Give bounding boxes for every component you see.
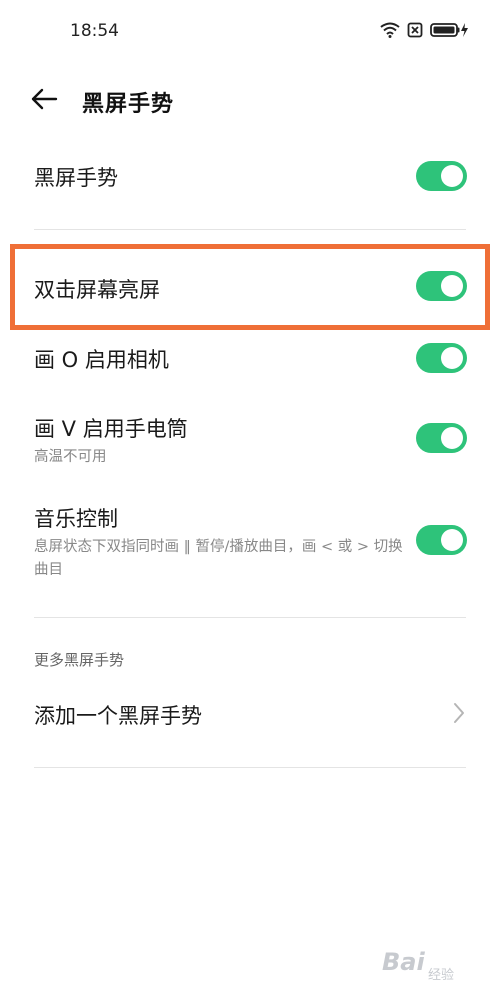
setting-label: 黑屏手势	[34, 166, 118, 190]
divider	[34, 767, 466, 768]
setting-label: 画 O 启用相机	[34, 348, 169, 372]
divider	[34, 617, 466, 618]
add-gesture-row[interactable]: 添加一个黑屏手势	[0, 690, 500, 738]
draw-o-camera-toggle[interactable]	[416, 343, 467, 373]
double-tap-wake-toggle[interactable]	[416, 271, 467, 301]
music-control-toggle[interactable]	[416, 525, 467, 555]
header: 黑屏手势	[0, 78, 500, 122]
add-gesture-label: 添加一个黑屏手势	[34, 704, 202, 728]
setting-label: 音乐控制	[34, 507, 118, 531]
watermark-sub: 经验	[428, 968, 455, 983]
sim-off-icon	[407, 22, 423, 38]
setting-label: 画 V 启用手电筒	[34, 417, 188, 441]
setting-row-music-control: 音乐控制 息屏状态下双指同时画 ‖ 暂停/播放曲目，画 < 或 > 切换曲目	[0, 495, 500, 595]
setting-row-double-tap-wake: 双击屏幕亮屏	[0, 258, 500, 314]
status-bar: 18:54	[0, 0, 500, 62]
divider	[34, 229, 466, 230]
wifi-icon	[380, 22, 400, 38]
chevron-right-icon	[454, 703, 464, 723]
dark-screen-gestures-toggle[interactable]	[416, 161, 467, 191]
watermark-brand: Bai	[382, 948, 425, 976]
section-header-more-gestures: 更多黑屏手势	[34, 651, 125, 669]
baidu-watermark-logo: Bai 经验	[378, 938, 498, 990]
setting-label: 双击屏幕亮屏	[34, 278, 160, 302]
arrow-left-icon[interactable]	[30, 86, 58, 112]
setting-row-draw-o-camera: 画 O 启用相机	[0, 335, 500, 385]
draw-v-flashlight-toggle[interactable]	[416, 423, 467, 453]
setting-subtitle: 高温不可用	[34, 449, 107, 465]
setting-subtitle: 息屏状态下双指同时画 ‖ 暂停/播放曲目，画 < 或 > 切换曲目	[34, 539, 403, 578]
battery-charging-icon	[430, 23, 468, 37]
setting-row-dark-screen-gestures: 黑屏手势	[0, 150, 500, 206]
status-time: 18:54	[70, 21, 119, 41]
status-icons	[380, 22, 470, 38]
setting-row-draw-v-flashlight: 画 V 启用手电筒 高温不可用	[0, 405, 500, 475]
page-title: 黑屏手势	[82, 92, 175, 117]
